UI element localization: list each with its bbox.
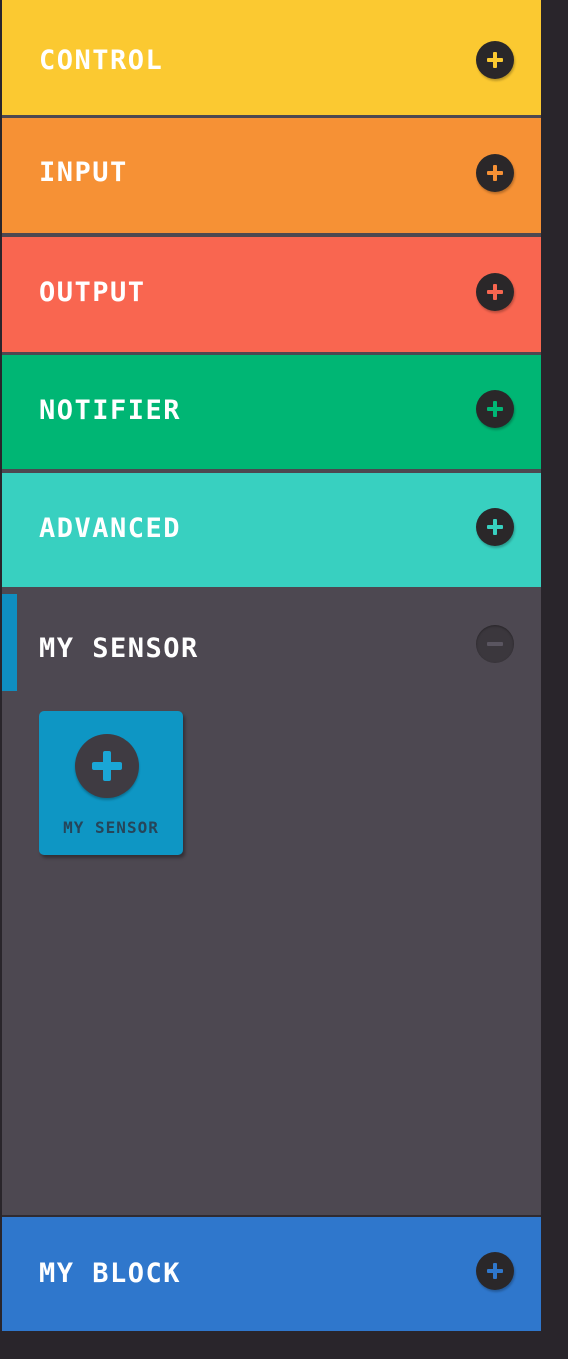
plus-icon — [487, 165, 503, 181]
category-label: ADVANCED — [39, 513, 182, 544]
expand-output-button[interactable] — [476, 273, 514, 311]
category-control[interactable]: CONTROL — [2, 0, 541, 115]
expand-advanced-button[interactable] — [476, 508, 514, 546]
add-sensor-button[interactable] — [75, 734, 139, 798]
category-output[interactable]: OUTPUT — [2, 237, 541, 352]
category-my-block[interactable]: MY BLOCK — [2, 1217, 541, 1331]
category-my-sensor: MY SENSOR MY SENSOR — [2, 586, 541, 1216]
category-label[interactable]: MY SENSOR — [39, 634, 199, 664]
add-sensor-tile[interactable]: MY SENSOR — [39, 711, 183, 855]
plus-icon — [487, 52, 503, 68]
tile-label: MY SENSOR — [63, 818, 159, 837]
category-label: NOTIFIER — [39, 395, 182, 426]
plus-icon — [487, 401, 503, 417]
selected-indicator — [2, 594, 17, 691]
minus-icon — [487, 642, 503, 646]
plus-icon — [487, 519, 503, 535]
plus-icon — [487, 284, 503, 300]
plus-icon — [487, 1263, 503, 1279]
category-label: OUTPUT — [39, 277, 146, 308]
plus-icon — [92, 751, 122, 781]
expand-my-block-button[interactable] — [476, 1252, 514, 1290]
expand-notifier-button[interactable] — [476, 390, 514, 428]
category-panel: CONTROL INPUT OUTPUT NOTIFIER ADVANCED M… — [2, 0, 541, 1331]
category-advanced[interactable]: ADVANCED — [2, 473, 541, 587]
category-label: CONTROL — [39, 45, 164, 76]
category-input[interactable]: INPUT — [2, 118, 541, 233]
expand-control-button[interactable] — [476, 41, 514, 79]
collapse-my-sensor-button[interactable] — [476, 625, 514, 663]
category-label: INPUT — [39, 157, 128, 188]
category-label: MY BLOCK — [39, 1258, 182, 1289]
category-notifier[interactable]: NOTIFIER — [2, 355, 541, 469]
expand-input-button[interactable] — [476, 154, 514, 192]
